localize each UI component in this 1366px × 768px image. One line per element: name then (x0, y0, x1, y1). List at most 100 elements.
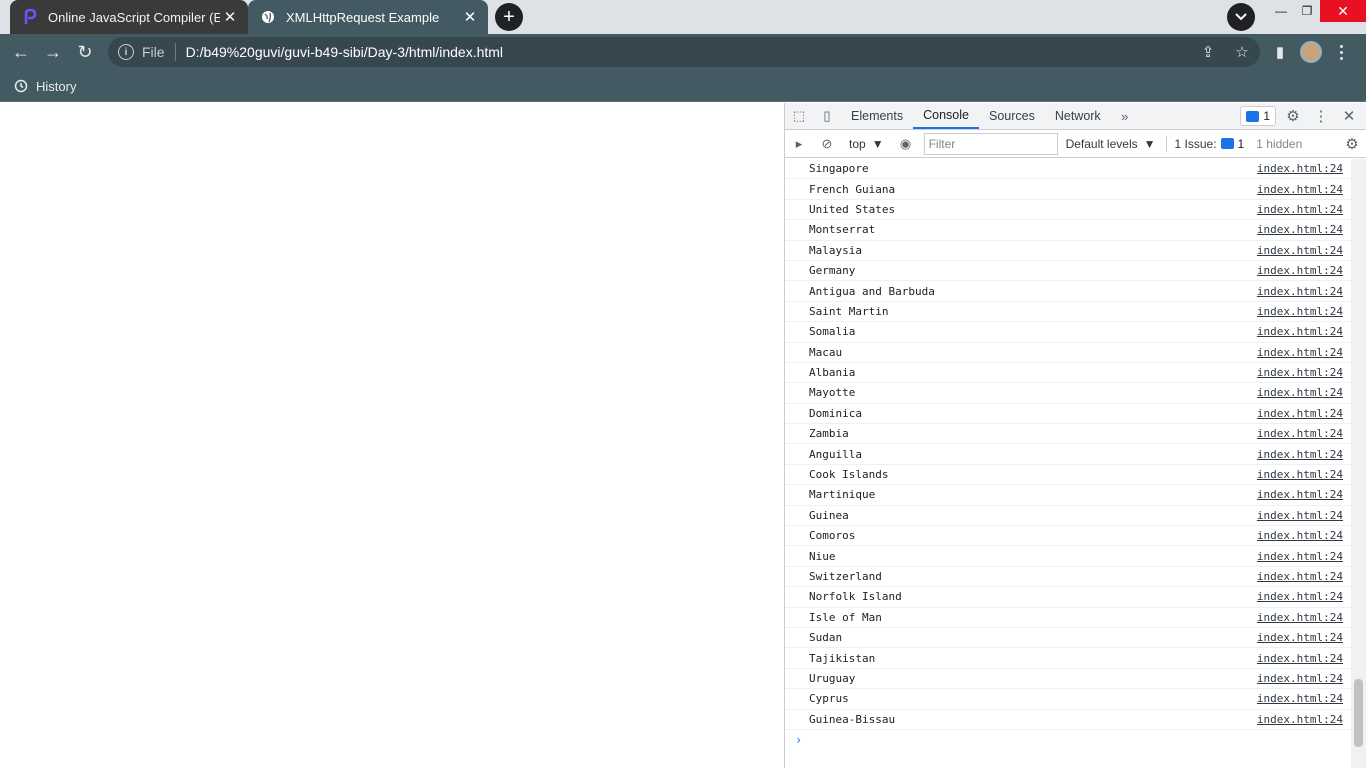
log-source-link[interactable]: index.html:24 (1257, 264, 1351, 277)
browser-menu-icon[interactable] (1336, 41, 1346, 63)
forward-button[interactable]: → (40, 39, 66, 65)
more-tabs-icon[interactable]: » (1111, 103, 1139, 129)
log-source-link[interactable]: index.html:24 (1257, 570, 1351, 583)
log-source-link[interactable]: index.html:24 (1257, 713, 1351, 726)
log-source-link[interactable]: index.html:24 (1257, 244, 1351, 257)
context-selector[interactable]: top ▼ (841, 137, 892, 151)
log-source-link[interactable]: index.html:24 (1257, 366, 1351, 379)
hidden-count: 1 hidden (1256, 136, 1303, 151)
scheme-label: File (142, 44, 165, 60)
log-source-link[interactable]: index.html:24 (1257, 162, 1351, 175)
close-tab-icon[interactable]: ✕ (460, 7, 480, 27)
log-source-link[interactable]: index.html:24 (1257, 611, 1351, 624)
share-icon[interactable]: ⇪ (1198, 42, 1218, 62)
log-source-link[interactable]: index.html:24 (1257, 407, 1351, 420)
log-message: Uruguay (809, 671, 856, 685)
log-levels-dropdown[interactable]: Default levels ▼ (1066, 137, 1156, 151)
log-source-link[interactable]: index.html:24 (1257, 692, 1351, 705)
close-window-button[interactable]: ✕ (1320, 0, 1366, 22)
devtools-menu-icon[interactable]: ⋮ (1310, 105, 1332, 127)
log-source-link[interactable]: index.html:24 (1257, 386, 1351, 399)
log-message: Guinea (809, 508, 849, 522)
log-row: Comoros index.html:24 (785, 526, 1351, 547)
filter-input[interactable]: Filter (923, 132, 1058, 155)
clear-console-icon[interactable]: ⊘ (813, 131, 841, 157)
log-source-link[interactable]: index.html:24 (1257, 529, 1351, 542)
console-scrollbar[interactable] (1351, 159, 1366, 768)
messages-badge[interactable]: 1 (1240, 106, 1276, 126)
eye-icon[interactable]: ◉ (892, 131, 920, 157)
console-settings-gear-icon[interactable]: ⚙ (1342, 134, 1362, 154)
console-toolbar: ▸ ⊘ top ▼ ◉ Filter Default levels ▼ 1 Is… (785, 130, 1366, 158)
sidebar-toggle-icon[interactable]: ▸ (785, 131, 813, 157)
log-message: Guinea-Bissau (809, 712, 896, 726)
log-message: Montserrat (809, 223, 876, 237)
log-source-link[interactable]: index.html:24 (1257, 672, 1351, 685)
log-source-link[interactable]: index.html:24 (1257, 488, 1351, 501)
log-source-link[interactable]: index.html:24 (1257, 223, 1351, 236)
log-source-link[interactable]: index.html:24 (1257, 652, 1351, 665)
log-source-link[interactable]: index.html:24 (1257, 427, 1351, 440)
log-source-link[interactable]: index.html:24 (1257, 183, 1351, 196)
log-row: French Guiana index.html:24 (785, 179, 1351, 200)
log-row: Martinique index.html:24 (785, 485, 1351, 506)
restore-button[interactable]: ❐ (1294, 0, 1320, 22)
bookmark-label: History (36, 78, 77, 94)
log-row: Mayotte index.html:24 (785, 383, 1351, 404)
tab-online-js-compiler[interactable]: Online JavaScript Compiler (Editor ✕ (10, 0, 248, 34)
context-label: top (849, 136, 866, 151)
reload-button[interactable]: ↻ (72, 39, 98, 65)
log-source-link[interactable]: index.html:24 (1257, 468, 1351, 481)
message-icon (1220, 138, 1234, 149)
bookmarks-bar: History (0, 70, 1366, 102)
log-source-link[interactable]: index.html:24 (1257, 325, 1351, 338)
info-icon[interactable]: i (118, 44, 134, 60)
side-panel-icon[interactable]: ▮ (1270, 42, 1290, 62)
tab-xmlhttprequest-example[interactable]: XMLHttpRequest Example ✕ (248, 0, 488, 34)
log-source-link[interactable]: index.html:24 (1257, 550, 1351, 563)
log-row: Antigua and Barbuda index.html:24 (785, 281, 1351, 302)
log-message: Cyprus (809, 692, 849, 706)
back-button[interactable]: ← (8, 39, 34, 65)
tab-network[interactable]: Network (1045, 103, 1111, 129)
log-row: Guinea index.html:24 (785, 506, 1351, 527)
close-devtools-icon[interactable]: ✕ (1338, 105, 1360, 127)
settings-gear-icon[interactable]: ⚙ (1282, 105, 1304, 127)
log-source-link[interactable]: index.html:24 (1257, 631, 1351, 644)
new-tab-button[interactable]: + (495, 3, 523, 31)
issues-badge: 1 (1220, 135, 1245, 152)
close-tab-icon[interactable]: ✕ (220, 7, 240, 27)
bookmark-history[interactable]: History (14, 76, 76, 96)
log-message: Mayotte (809, 386, 856, 400)
log-source-link[interactable]: index.html:24 (1257, 509, 1351, 522)
avatar[interactable] (1300, 41, 1322, 63)
history-icon (14, 79, 28, 93)
browser-toolbar: ← → ↻ i File D:/b49%20guvi/guvi-b49-sibi… (0, 34, 1366, 70)
log-row: Somalia index.html:24 (785, 322, 1351, 343)
log-source-link[interactable]: index.html:24 (1257, 285, 1351, 298)
tab-elements[interactable]: Elements (841, 103, 913, 129)
log-row: Macau index.html:24 (785, 343, 1351, 363)
log-source-link[interactable]: index.html:24 (1257, 448, 1351, 461)
log-message: Anguilla (809, 447, 862, 461)
log-message: Albania (809, 366, 856, 380)
log-source-link[interactable]: index.html:24 (1257, 203, 1351, 216)
tab-search-button[interactable] (1227, 3, 1255, 31)
issues-button[interactable]: 1 Issue: 1 (1165, 135, 1245, 152)
log-source-link[interactable]: index.html:24 (1257, 346, 1351, 359)
device-toolbar-icon[interactable]: ▯ (813, 103, 841, 129)
inspect-element-icon[interactable]: ⬚ (785, 103, 813, 129)
log-message: Malaysia (809, 243, 862, 257)
scrollbar-thumb[interactable] (1354, 679, 1363, 747)
log-source-link[interactable]: index.html:24 (1257, 305, 1351, 318)
log-row: Switzerland index.html:24 (785, 567, 1351, 588)
star-icon[interactable]: ☆ (1232, 42, 1252, 62)
tab-console[interactable]: Console (913, 103, 979, 129)
tab-sources[interactable]: Sources (979, 103, 1045, 129)
dropdown-arrow-icon: ▼ (871, 136, 884, 151)
log-source-link[interactable]: index.html:24 (1257, 590, 1351, 603)
console-prompt[interactable]: › (785, 730, 1351, 750)
url-text[interactable]: D:/b49%20guvi/guvi-b49-sibi/Day-3/html/i… (186, 44, 503, 60)
address-bar[interactable]: i File D:/b49%20guvi/guvi-b49-sibi/Day-3… (108, 37, 1260, 67)
minimize-button[interactable]: — (1268, 0, 1294, 22)
